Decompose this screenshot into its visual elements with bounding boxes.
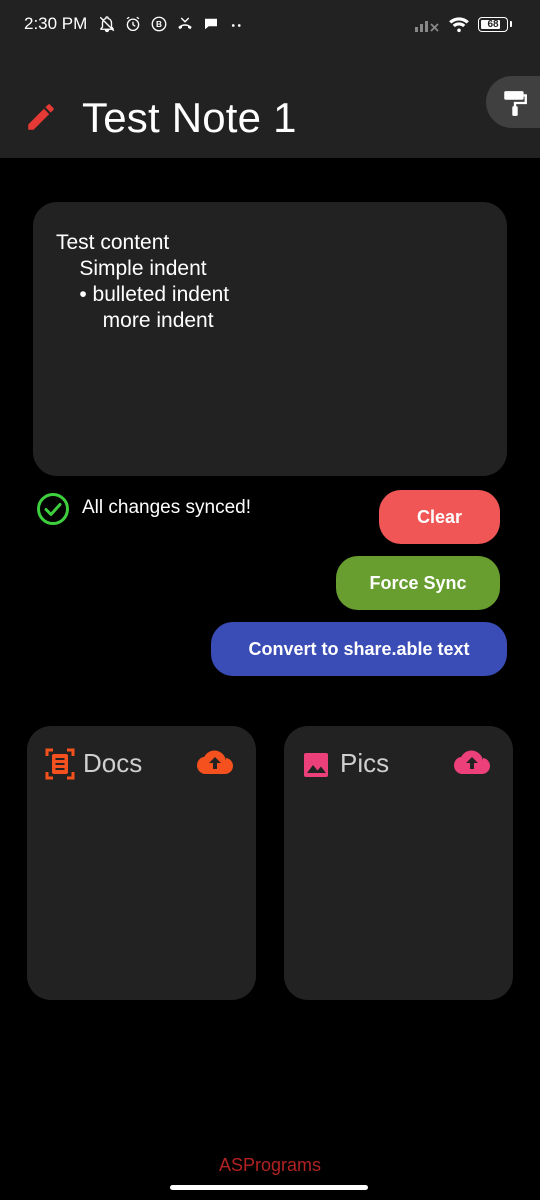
check-circle-icon <box>37 493 69 525</box>
paint-roller-icon <box>504 91 527 116</box>
cloud-upload-icon[interactable] <box>197 748 233 778</box>
note-editor[interactable]: Test content Simple indent • bulleted in… <box>33 202 507 476</box>
image-icon <box>304 753 328 777</box>
chat-bubble-icon <box>205 18 217 30</box>
missed-call-icon <box>178 17 192 30</box>
app-bar: Test Note 1 <box>0 48 540 158</box>
document-scan-icon <box>45 748 75 780</box>
home-indicator[interactable] <box>170 1185 368 1190</box>
theme-button[interactable] <box>486 76 540 128</box>
docs-title: Docs <box>83 748 143 778</box>
battery-tip <box>510 21 512 27</box>
docs-card[interactable]: Docs <box>27 726 256 1000</box>
status-icons-right: 68 <box>414 14 512 34</box>
status-icons-left: B <box>98 14 246 34</box>
convert-share-text-button[interactable]: Convert to share.able text <box>211 622 507 676</box>
status-time: 2:30 PM <box>24 14 88 33</box>
status-bar: 2:30 PM B 68 <box>0 0 540 48</box>
pencil-icon <box>28 104 54 130</box>
force-sync-button[interactable]: Force Sync <box>336 556 500 610</box>
page-title: Test Note 1 <box>82 94 297 141</box>
alarm-icon <box>126 16 140 32</box>
bell-off-icon <box>99 16 115 33</box>
b-badge-icon: B <box>151 16 167 32</box>
battery-icon: 68 <box>478 16 508 32</box>
more-dots-icon <box>231 24 241 27</box>
clear-button[interactable]: Clear <box>379 490 500 544</box>
signal-off-icon <box>415 21 439 32</box>
svg-text:B: B <box>156 20 162 29</box>
note-content[interactable]: Test content Simple indent • bulleted in… <box>56 230 229 334</box>
cloud-upload-icon[interactable] <box>454 748 490 778</box>
pics-card[interactable]: Pics <box>284 726 513 1000</box>
pics-title: Pics <box>340 748 390 778</box>
wifi-icon <box>449 17 469 33</box>
sync-status-text: All changes synced! <box>82 497 251 518</box>
battery-level: 68 <box>487 18 499 30</box>
footer-brand: ASPrograms <box>218 1155 322 1175</box>
